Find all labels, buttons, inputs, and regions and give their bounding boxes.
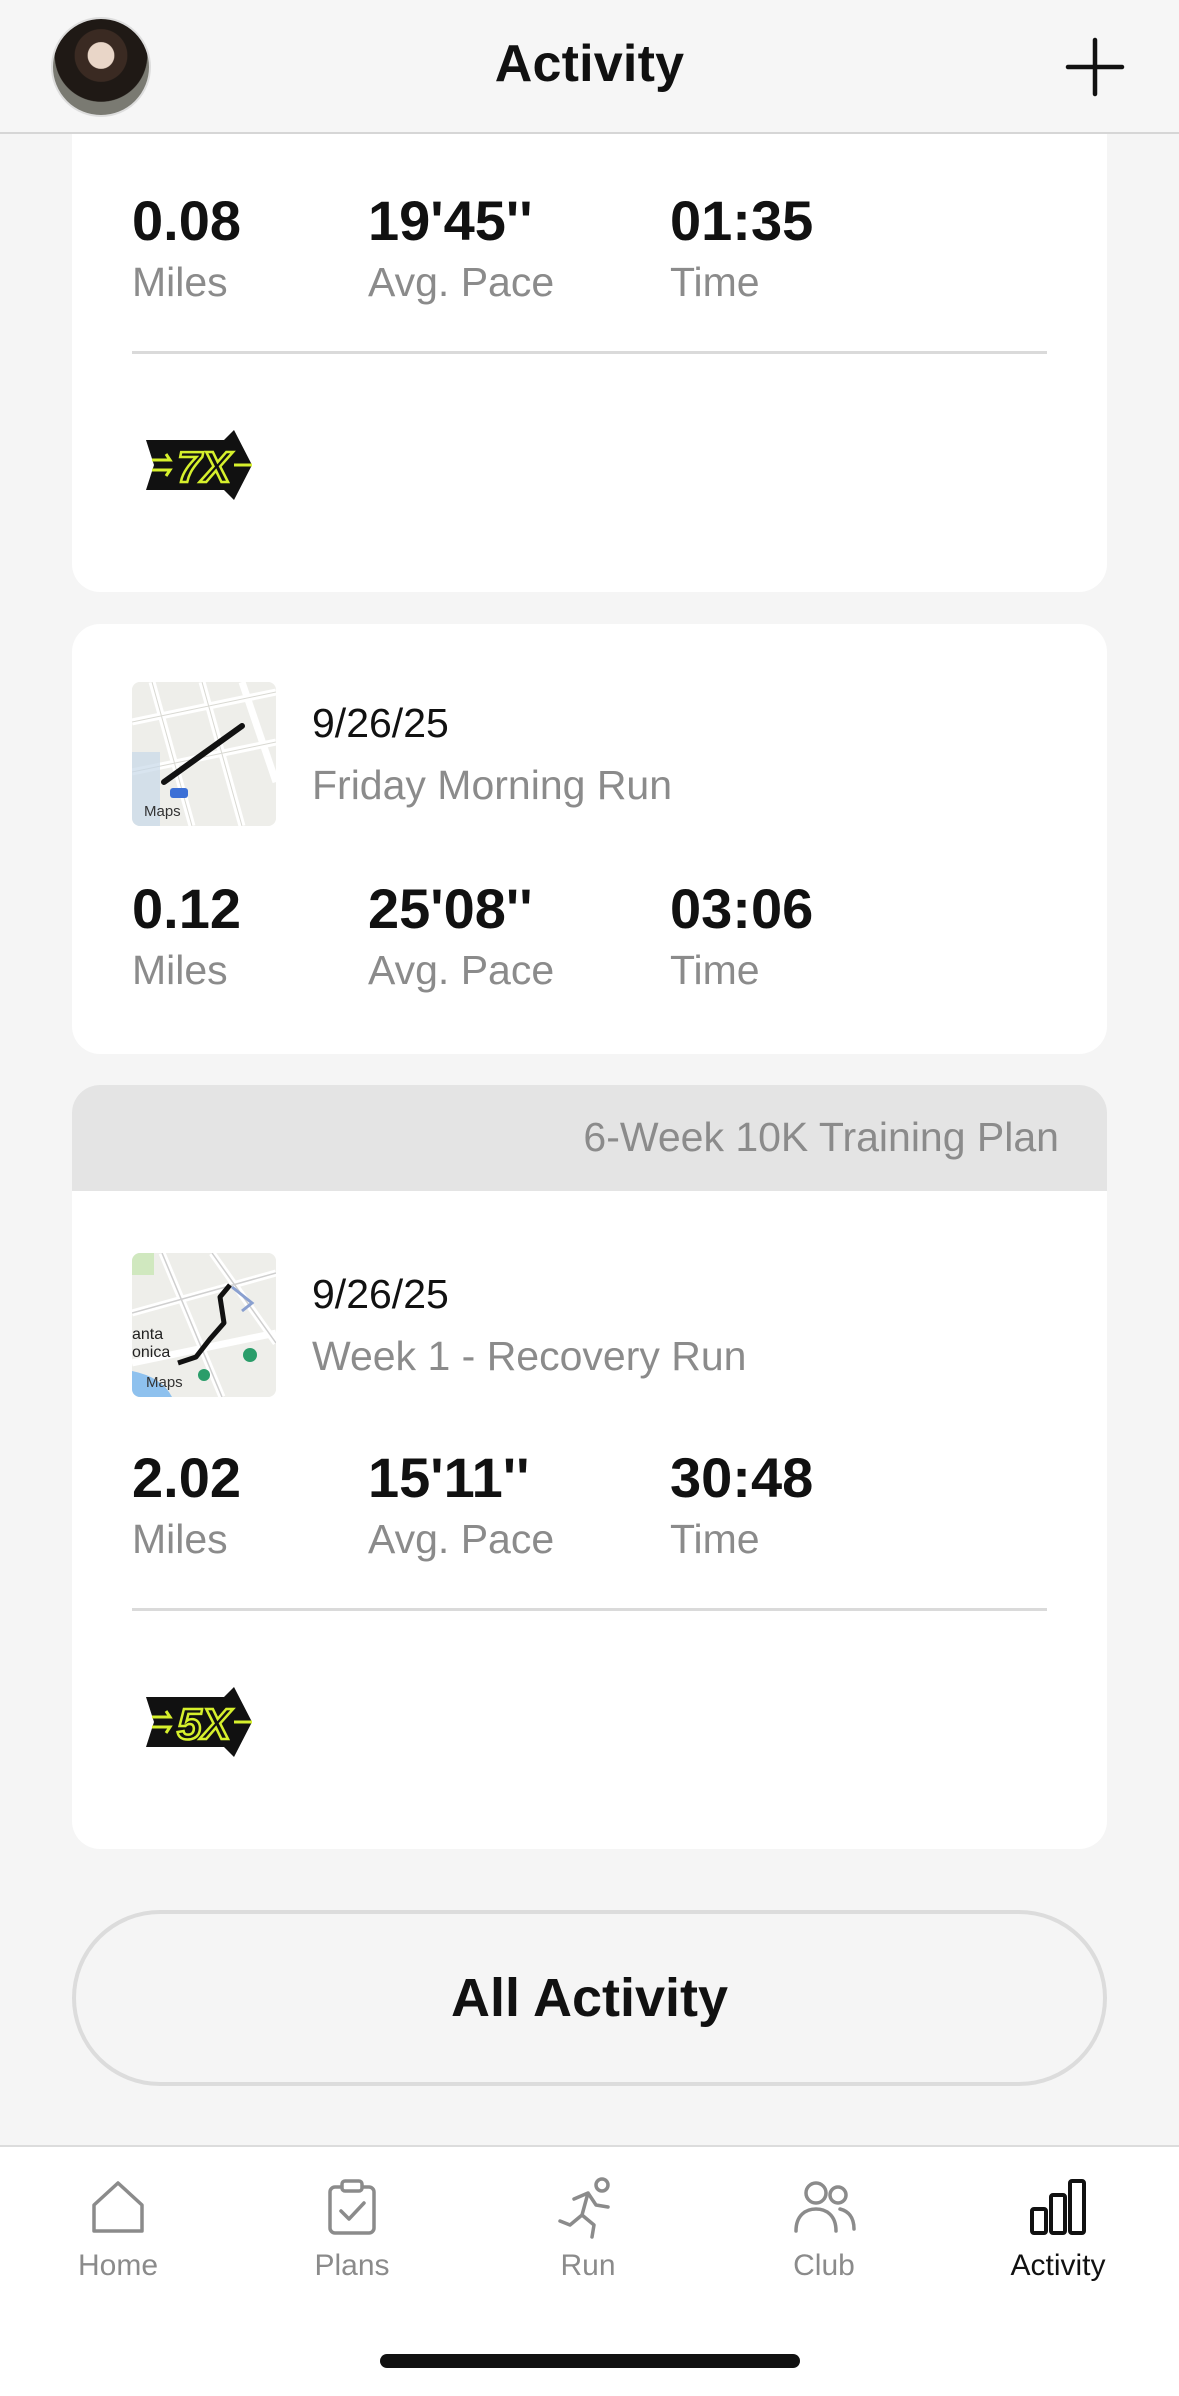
distance-value: 2.02 [132, 1446, 241, 1509]
run-date: 9/26/25 [312, 1271, 449, 1317]
pace-label: Avg. Pace [368, 1516, 555, 1562]
route-map-thumbnail: Maps [132, 682, 276, 826]
tab-label: Club [793, 2249, 855, 2282]
badge-7x-label: 7X [177, 443, 233, 492]
time-label: Time [670, 1516, 760, 1562]
add-icon[interactable] [1064, 36, 1126, 98]
distance-label: Miles [132, 1516, 228, 1562]
tab-run[interactable]: Run [508, 2175, 668, 2283]
tab-label: Activity [1010, 2249, 1106, 2282]
route-map-thumbnail: anta onica Maps [132, 1253, 276, 1397]
page-title: Activity [494, 35, 685, 93]
svg-text:anta: anta [132, 1326, 163, 1343]
svg-text:onica: onica [132, 1344, 170, 1361]
time-value: 30:48 [670, 1446, 814, 1509]
svg-text:Maps: Maps [146, 1374, 183, 1391]
bar-chart-icon [1030, 2179, 1086, 2235]
training-plan-label: 6-Week 10K Training Plan [583, 1114, 1059, 1160]
run-name: Week 1 - Recovery Run [312, 1333, 747, 1379]
tab-activity[interactable]: Activity [978, 2175, 1138, 2283]
all-activity-button[interactable]: All Activity [72, 1910, 1107, 2086]
pace-value: 19'45'' [368, 189, 533, 252]
tab-label: Plans [314, 2249, 390, 2282]
run-date: 9/26/25 [312, 700, 449, 746]
pace-label: Avg. Pace [368, 947, 555, 993]
runner-icon [558, 2177, 610, 2239]
pace-value: 15'11'' [368, 1446, 530, 1509]
people-icon [794, 2181, 856, 2233]
achievement-badge-icon: 7X [146, 430, 252, 500]
distance-label: Miles [132, 259, 228, 305]
home-icon [92, 2181, 144, 2233]
activity-card[interactable]: Maps 9/26/25 Friday Morning Run 0.12 Mil… [72, 624, 1107, 1054]
time-value: 03:06 [670, 877, 814, 940]
divider [132, 351, 1047, 354]
activity-card[interactable]: 0.08 Miles 19'45'' Avg. Pace 01:35 Time … [72, 100, 1107, 592]
run-name: Friday Morning Run [312, 762, 673, 808]
time-label: Time [670, 947, 760, 993]
achievement-badge-icon: 5X [146, 1687, 252, 1757]
distance-label: Miles [132, 947, 228, 993]
tab-plans[interactable]: Plans [272, 2175, 432, 2283]
tab-home[interactable]: Home [38, 2175, 198, 2283]
time-value: 01:35 [670, 189, 814, 252]
pace-value: 25'08'' [368, 877, 533, 940]
divider [132, 1608, 1047, 1611]
distance-value: 0.08 [132, 189, 241, 252]
activity-card[interactable]: 6-Week 10K Training Plan anta onica Maps… [72, 1085, 1107, 1849]
distance-value: 0.12 [132, 877, 241, 940]
tab-club[interactable]: Club [744, 2175, 904, 2283]
svg-text:Maps: Maps [144, 803, 181, 820]
home-indicator [380, 2354, 800, 2368]
pace-label: Avg. Pace [368, 259, 555, 305]
top-nav-bar: Activity [0, 0, 1179, 134]
badge-5x-label: 5X [177, 1700, 233, 1749]
tab-label: Run [560, 2249, 616, 2282]
tab-label: Home [77, 2249, 159, 2282]
time-label: Time [670, 259, 760, 305]
clipboard-check-icon [328, 2179, 376, 2235]
training-plan-banner[interactable]: 6-Week 10K Training Plan [72, 1085, 1107, 1191]
